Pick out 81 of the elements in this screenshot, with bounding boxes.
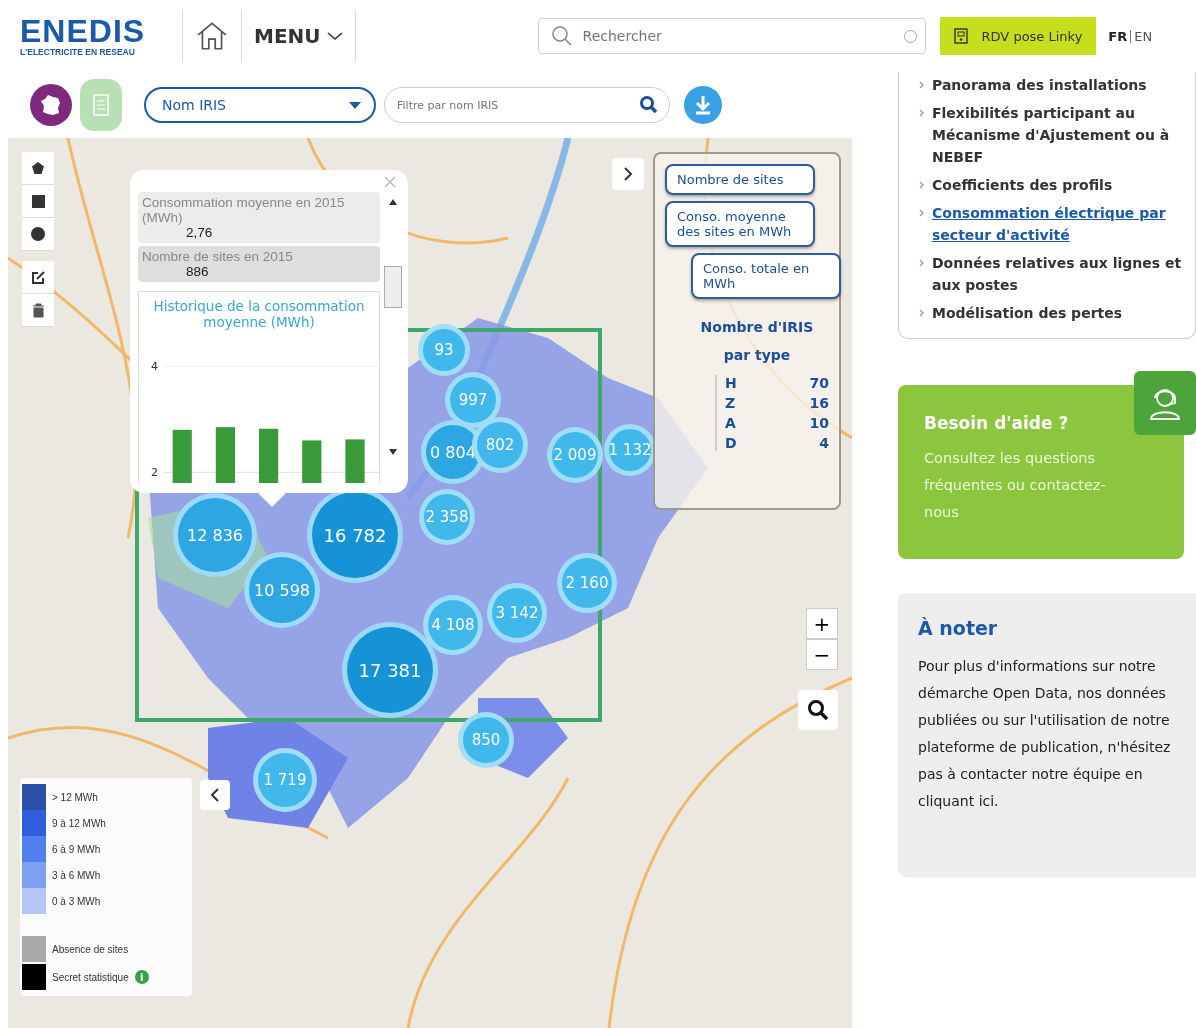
iris-type: D [725, 435, 737, 451]
download-icon[interactable] [684, 86, 722, 124]
iris-count: 16 [809, 395, 829, 411]
chart-bar [302, 440, 322, 483]
chevron-right-icon [919, 109, 924, 117]
headset-person-icon [1134, 371, 1196, 435]
iris-count: 4 [819, 435, 829, 451]
chevron-left-icon [210, 788, 220, 802]
search-input[interactable]: Rechercher [580, 27, 896, 45]
legend-label: Secret statistique [52, 971, 129, 983]
chart-bar [345, 439, 365, 483]
legend-label: 9 à 12 MWh [52, 817, 106, 829]
search-icon [550, 25, 573, 47]
filter-input[interactable]: Filtre par nom IRIS [395, 97, 639, 113]
linky-appointment-button[interactable]: RDV pose Linky [939, 17, 1097, 55]
chevron-right-icon [919, 181, 924, 189]
layer-button[interactable]: Nombre de sites [665, 164, 815, 195]
sidebar-link[interactable]: Données relatives aux lignes et aux postes [932, 252, 1185, 296]
help-card[interactable]: Besoin d'aide ? Consultez les questions fréquentes ou contactez-nous [898, 385, 1184, 559]
search-field[interactable]: Rechercher [537, 18, 926, 54]
chevron-right-icon [919, 81, 924, 89]
layer-button[interactable]: Conso. moyenne des sites en MWh [665, 201, 815, 247]
chevron-right-icon [919, 259, 924, 267]
info-badge[interactable]: i [134, 970, 149, 984]
caret-up-icon[interactable] [388, 198, 398, 206]
iris-count: 70 [809, 375, 829, 391]
sidebar-link[interactable]: Coefficients des profils [932, 174, 1113, 196]
note-text: Pour plus d'informations sur notre démarche Open Data, nos données publiées ou sur l'utilisation de notre plateforme de publication, n'hésitez pas à contacter notre équipe en cliquant ici. [918, 657, 1172, 811]
legend-label: > 12 MWh [52, 791, 98, 803]
iris-type: A [725, 415, 736, 431]
field-value: 886 [185, 264, 210, 279]
chevron-down-icon [326, 31, 343, 41]
iris-type: H [725, 375, 737, 391]
language-link[interactable]: EN [1134, 28, 1153, 44]
field-value: 2,76 [185, 225, 214, 240]
menu-button[interactable]: MENU [254, 24, 343, 48]
caret-down-icon[interactable] [388, 448, 398, 456]
trash-icon[interactable] [22, 294, 54, 327]
sidebar-link[interactable]: Panorama des installations [932, 74, 1147, 96]
sidebar-link[interactable]: Modélisation des pertes [932, 302, 1123, 324]
logo-wordmark: ENEDIS [20, 15, 147, 47]
legend-label: 3 à 6 MWh [52, 869, 101, 881]
chart-bar [259, 428, 279, 483]
note-title: À noter [918, 617, 999, 639]
legend-label: 6 à 9 MWh [52, 843, 101, 855]
iris-count: 10 [809, 415, 829, 431]
search-icon[interactable] [798, 690, 838, 730]
field-label: Nombre de sites en 2015 [142, 249, 294, 264]
layer-button[interactable]: Conso. totale en MWh [691, 253, 841, 299]
square-icon[interactable] [22, 185, 54, 218]
caret-down-icon [348, 100, 362, 110]
expand-button[interactable] [612, 158, 644, 190]
help-title: Besoin d'aide ? [924, 413, 1070, 433]
iris-select[interactable]: Nom IRIS [144, 87, 376, 123]
iris-type: Z [725, 395, 736, 411]
language-link[interactable]: FR [1108, 28, 1128, 44]
chart-bar [172, 429, 192, 483]
axis-tick-label: 2 [151, 465, 158, 479]
help-text: Consultez les questions fréquentes ou contactez-nous [924, 449, 1107, 522]
chevron-right-icon [919, 209, 924, 217]
scrollbar-thumb[interactable] [384, 266, 402, 308]
chart-bar [215, 427, 235, 483]
zoom-out-button[interactable]: − [806, 639, 838, 670]
chart-title: Historique de la consommation moyenne (MWh) [152, 298, 366, 330]
field-label: Consommation moyenne en 2015 (MWh) [142, 195, 346, 225]
sidebar-link[interactable]: Flexibilités participant au Mécanisme d'Ajustement ou à NEBEF [932, 102, 1185, 168]
search-icon[interactable] [639, 95, 659, 115]
logo[interactable]: ENEDIS L'ELECTRICITE EN RESEAU [20, 15, 170, 57]
collapse-button[interactable] [200, 780, 230, 810]
zoom-in-button[interactable]: + [806, 608, 838, 639]
legend-label: 0 à 3 MWh [52, 895, 101, 907]
chevron-right-icon [623, 167, 633, 181]
edit-icon[interactable] [22, 261, 54, 294]
panel-heading: Nombre d'IRIS par type [699, 318, 815, 365]
sidebar-link[interactable]: Consommation électrique par secteur d'activité [932, 202, 1185, 246]
meter-icon [953, 28, 968, 44]
axis-tick-label: 4 [151, 359, 158, 373]
legend-label: Absence de sites [52, 943, 129, 955]
logo-tagline: L'ELECTRICITE EN RESEAU [20, 47, 136, 57]
chevron-right-icon [919, 309, 924, 317]
france-map-icon[interactable] [30, 84, 72, 126]
